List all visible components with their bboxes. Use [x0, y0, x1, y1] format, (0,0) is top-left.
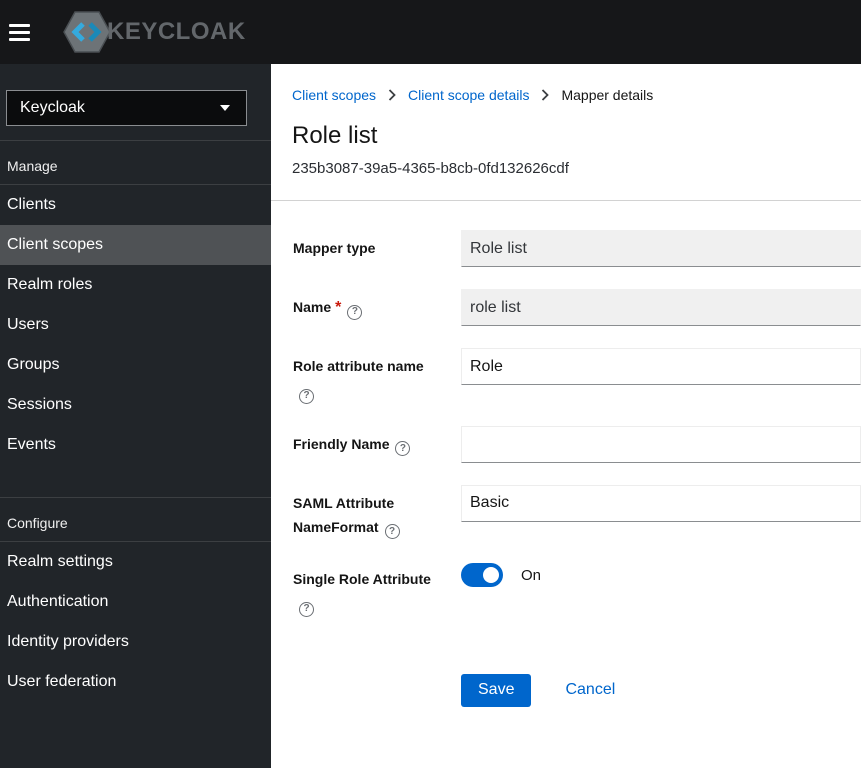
masthead: KEYCLOAK	[0, 0, 861, 64]
form-row-role-attribute-name: Role attribute name ?	[292, 348, 861, 404]
realm-selector-value: Keycloak	[20, 99, 85, 116]
sidebar-item-clients[interactable]: Clients	[0, 185, 271, 225]
sidebar-item-user-federation[interactable]: User federation	[0, 662, 271, 702]
sidebar-item-realm-roles[interactable]: Realm roles	[0, 265, 271, 305]
help-icon[interactable]: ?	[299, 601, 314, 617]
mapper-details-form: Mapper type Name*? Role attribute name ?	[271, 201, 861, 707]
friendly-name-label: Friendly Name	[293, 435, 390, 452]
help-icon[interactable]: ?	[299, 388, 314, 404]
realm-selector[interactable]: Keycloak	[6, 90, 247, 126]
form-row-single-role-attribute: Single Role Attribute ? On	[292, 561, 861, 617]
save-button[interactable]: Save	[461, 673, 532, 707]
role-attribute-name-label: Role attribute name	[293, 358, 424, 374]
role-attribute-name-input[interactable]	[461, 348, 861, 385]
breadcrumb-separator-icon	[541, 89, 550, 101]
logo-text: KEYCLOAK	[107, 18, 246, 45]
page-title: Role list	[292, 122, 378, 149]
form-actions: Save Cancel	[292, 673, 861, 707]
name-input[interactable]	[461, 289, 861, 326]
form-row-mapper-type: Mapper type	[292, 230, 861, 267]
sidebar-item-sessions[interactable]: Sessions	[0, 385, 271, 425]
sidebar-item-groups[interactable]: Groups	[0, 345, 271, 385]
breadcrumb-client-scope-details[interactable]: Client scope details	[408, 87, 529, 103]
sidebar-item-realm-settings[interactable]: Realm settings	[0, 542, 271, 582]
cancel-link[interactable]: Cancel	[565, 681, 615, 699]
single-role-attribute-toggle[interactable]	[461, 563, 503, 587]
keycloak-hexagon-icon	[63, 11, 111, 53]
form-row-saml-attribute-nameformat: SAML Attribute NameFormat?	[292, 484, 861, 539]
caret-down-icon	[220, 105, 230, 111]
help-icon[interactable]: ?	[384, 524, 400, 539]
main-content: Client scopes Client scope details Mappe…	[271, 64, 861, 768]
mapper-type-input[interactable]	[461, 230, 861, 267]
breadcrumb: Client scopes Client scope details Mappe…	[292, 64, 861, 103]
sidebar-item-identity-providers[interactable]: Identity providers	[0, 622, 271, 662]
saml-attribute-nameformat-label: SAML Attribute NameFormat	[293, 494, 395, 535]
hamburger-menu-icon[interactable]	[9, 20, 30, 45]
name-label: Name	[293, 299, 332, 315]
toggle-state-label: On	[521, 566, 542, 584]
required-indicator: *	[335, 299, 342, 316]
breadcrumb-mapper-details: Mapper details	[561, 87, 654, 103]
breadcrumb-client-scopes[interactable]: Client scopes	[292, 87, 376, 103]
help-icon[interactable]: ?	[395, 441, 411, 456]
mapper-id: 235b3087-39a5-4365-b8cb-0fd132626cdf	[292, 160, 569, 177]
keycloak-logo: KEYCLOAK	[63, 11, 246, 53]
form-row-name: Name *?	[292, 289, 861, 326]
sidebar-item-client-scopes[interactable]: Client scopes	[0, 225, 271, 265]
form-row-friendly-name: Friendly Name?	[292, 425, 861, 463]
sidebar-item-users[interactable]: Users	[0, 305, 271, 345]
sidebar-item-authentication[interactable]: Authentication	[0, 582, 271, 622]
single-role-attribute-label: Single Role Attribute	[293, 571, 431, 587]
saml-attribute-nameformat-input[interactable]	[461, 484, 861, 522]
mapper-type-label: Mapper type	[293, 240, 376, 256]
sidebar-item-events[interactable]: Events	[0, 425, 271, 465]
friendly-name-input[interactable]	[461, 425, 861, 463]
help-icon[interactable]: ?	[347, 304, 363, 320]
sidebar-nav: Keycloak Manage Clients Client scopes Re…	[0, 64, 271, 768]
breadcrumb-separator-icon	[388, 89, 396, 101]
nav-group-manage: Manage	[0, 140, 271, 185]
nav-group-configure: Configure	[0, 497, 271, 542]
